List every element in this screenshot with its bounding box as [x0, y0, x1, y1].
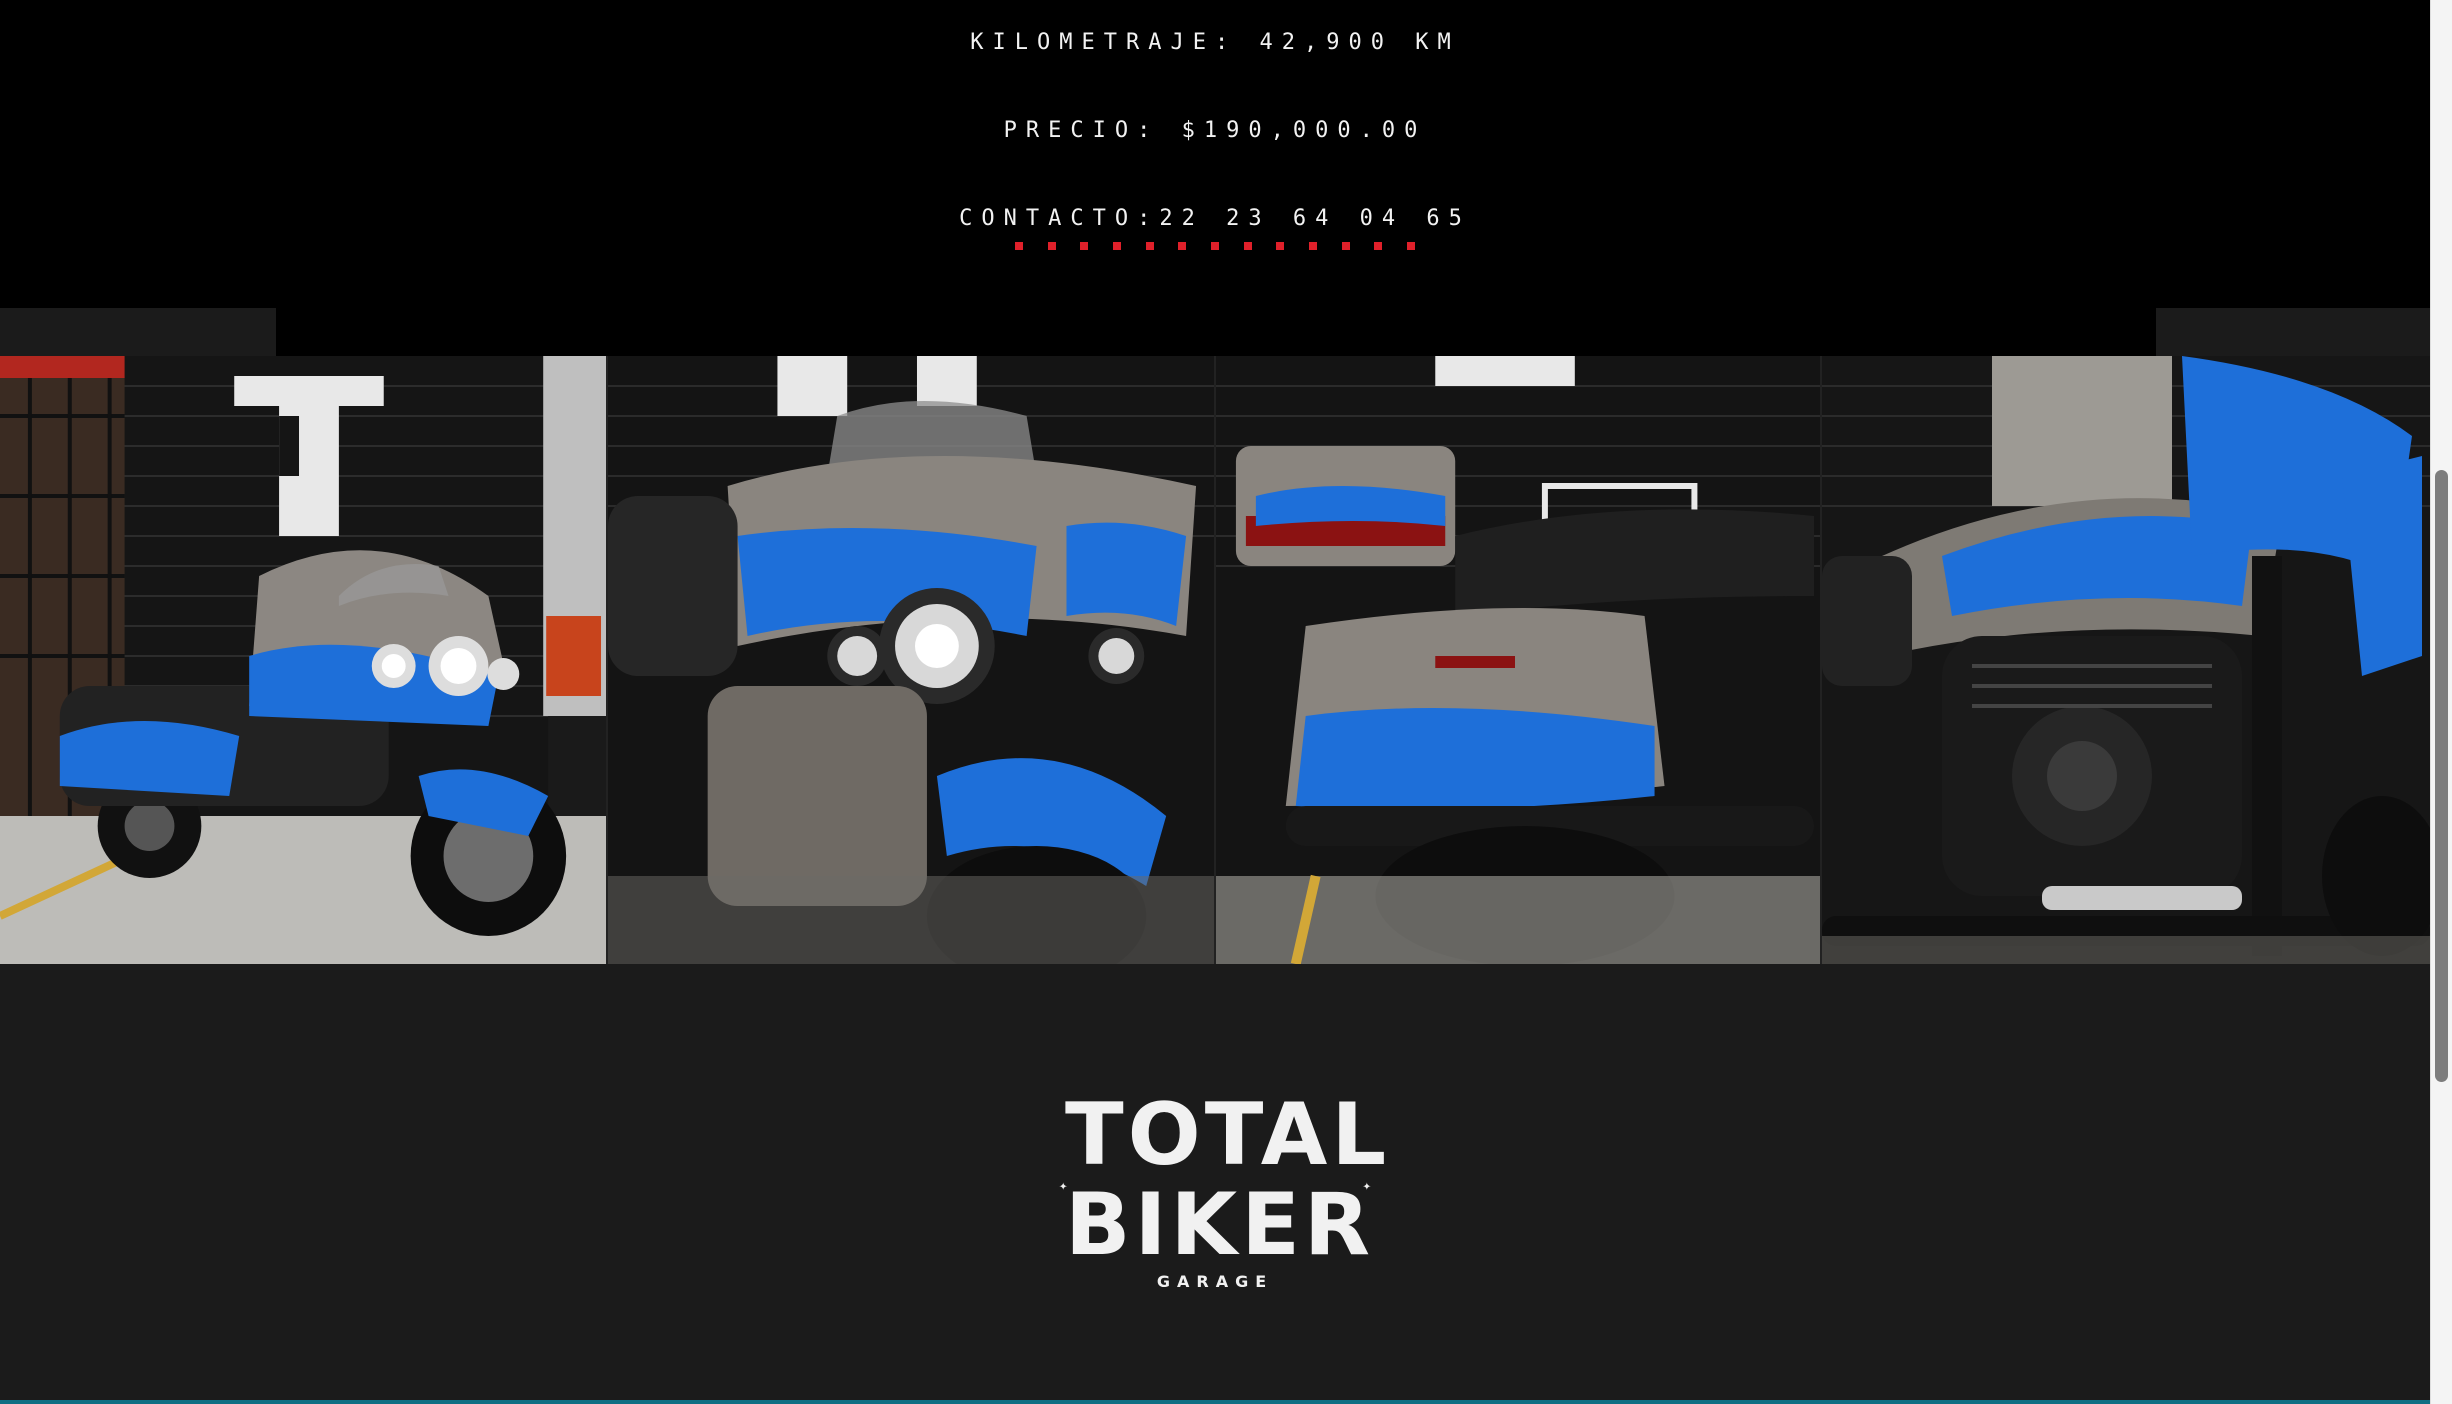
gallery-photo-saddlebag[interactable]	[1216, 356, 1822, 964]
vertical-scrollbar[interactable]	[2430, 0, 2452, 1404]
gallery-photo-motorcycle-front[interactable]	[0, 356, 608, 964]
fairing-photo	[608, 356, 1214, 964]
divider-dot	[1112, 242, 1121, 250]
total-biker-garage-logo[interactable]: ✦ TOTAL BIKER GARAGE ✦	[1059, 1085, 1391, 1302]
gallery-frame-right	[2156, 308, 2430, 356]
logo-word-biker: BIKER	[1065, 1175, 1375, 1275]
divider-dot	[1406, 242, 1415, 250]
logo-spark-icon: ✦	[1362, 1178, 1371, 1194]
bottom-accent-line	[0, 1400, 2430, 1404]
divider-dot	[1341, 242, 1350, 250]
logo-spark-icon: ✦	[1059, 1178, 1068, 1194]
logo-word-total: TOTAL	[1065, 1085, 1391, 1185]
divider-dot	[1145, 242, 1154, 250]
contact-text[interactable]: CONTACTO:22 23 64 04 65	[0, 206, 2430, 231]
price-text: PRECIO: $190,000.00	[1003, 118, 1427, 143]
saddlebag-photo	[1216, 356, 1820, 964]
photo-gallery	[0, 356, 2430, 964]
divider-dot	[1178, 242, 1187, 250]
gallery-photo-engine[interactable]	[1822, 356, 2430, 964]
motorcycle-front-photo	[0, 356, 606, 964]
footer: ✦ TOTAL BIKER GARAGE ✦	[0, 964, 2430, 1404]
divider-dot	[1374, 242, 1383, 250]
divider-dot	[1080, 242, 1089, 250]
page: KILOMETRAJE: 42,900 KM PRECIO: $190,000.…	[0, 0, 2452, 1404]
divider-dot	[1276, 242, 1285, 250]
divider-dot	[1243, 242, 1252, 250]
divider-dot	[1047, 242, 1056, 250]
gallery-photo-fairing[interactable]	[608, 356, 1216, 964]
divider-dot	[1308, 242, 1317, 250]
divider-dot	[1015, 242, 1023, 250]
scrollbar-thumb[interactable]	[2435, 470, 2448, 1082]
gallery-frame-left	[0, 308, 276, 356]
divider-dot	[1210, 242, 1219, 250]
engine-photo	[1822, 356, 2430, 964]
mileage-text: KILOMETRAJE: 42,900 KM	[970, 30, 1460, 55]
red-dotted-divider	[1015, 242, 1415, 250]
